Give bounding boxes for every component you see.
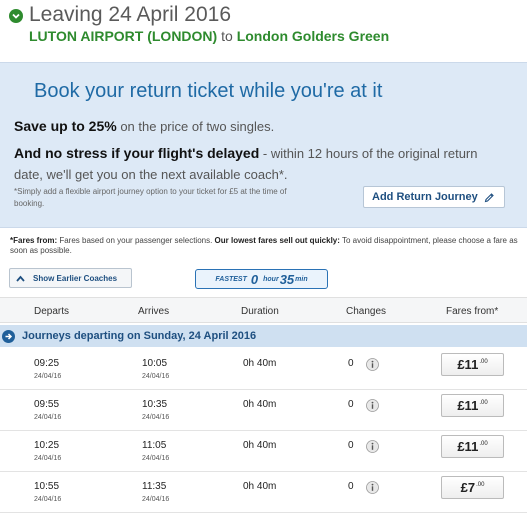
chevron-up-icon [16, 275, 25, 282]
fastest-hours: 0 [250, 271, 259, 287]
changes-count: 0 [348, 358, 354, 369]
promo-delay: And no stress if your flight's delayed -… [14, 143, 504, 185]
pencil-icon [484, 192, 494, 202]
fare-pence: .00 [476, 481, 485, 488]
fastest-minutes: 35 [279, 271, 295, 287]
duration: 0h 40m [243, 481, 277, 492]
info-icon[interactable] [366, 481, 379, 494]
add-return-journey-button[interactable]: Add Return Journey [363, 186, 505, 208]
col-duration[interactable]: Duration [241, 306, 279, 317]
arrive-date: 24/04/16 [142, 373, 170, 380]
depart-time: 09:55 [34, 399, 60, 410]
day-banner: Journeys departing on Sunday, 24 April 2… [0, 325, 527, 347]
fare-amount: £7 [460, 480, 476, 495]
fare-button[interactable]: £11.00 [441, 435, 504, 458]
info-icon[interactable] [366, 440, 379, 453]
changes-count: 0 [348, 440, 354, 451]
arrive-date: 24/04/16 [142, 455, 170, 462]
fare-pence: .00 [479, 440, 488, 447]
col-fares-from[interactable]: Fares from* [446, 306, 498, 317]
fare-button[interactable]: £11.00 [441, 394, 504, 417]
fare-amount: £11 [457, 439, 479, 454]
page-title: Leaving 24 April 2016 [29, 3, 231, 26]
col-arrives[interactable]: Arrives [138, 306, 169, 317]
fastest-min-label: min [295, 275, 308, 283]
arrive-time: 11:05 [142, 440, 167, 451]
promo-savings-text: on the price of two singles. [116, 119, 275, 134]
route-separator: to [221, 28, 233, 44]
promo-savings-bold: Save up to 25% [14, 118, 117, 134]
col-departs[interactable]: Departs [34, 306, 69, 317]
fare-amount: £11 [457, 357, 479, 372]
fares-note-bold-1: *Fares from: [10, 236, 58, 245]
changes-count: 0 [348, 399, 354, 410]
table-row[interactable]: 10:55 24/04/16 11:35 24/04/16 0h 40m 0 £… [0, 472, 527, 513]
add-return-journey-label: Add Return Journey [372, 191, 478, 203]
depart-time: 10:55 [34, 481, 60, 492]
depart-time: 10:25 [34, 440, 60, 451]
fare-pence: .00 [479, 358, 488, 365]
promo-footnote: *Simply add a flexible airport journey o… [14, 187, 287, 208]
info-icon[interactable] [366, 399, 379, 412]
return-ticket-promo: Book your return ticket while you're at … [0, 62, 527, 228]
fares-note-text-1: Fares based on your passenger selections… [57, 236, 215, 245]
depart-date: 24/04/16 [34, 496, 62, 503]
fastest-label: FASTEST [215, 275, 247, 283]
fare-button[interactable]: £11.00 [441, 353, 504, 376]
table-row[interactable]: 09:55 24/04/16 10:35 24/04/16 0h 40m 0 £… [0, 390, 527, 431]
fare-button[interactable]: £7.00 [441, 476, 504, 499]
table-row[interactable]: 10:25 24/04/16 11:05 24/04/16 0h 40m 0 £… [0, 431, 527, 472]
depart-time: 09:25 [34, 358, 60, 369]
destination-name: London Golders Green [236, 28, 390, 44]
origin-name: LUTON AIRPORT (LONDON) [29, 28, 218, 44]
arrive-time: 10:05 [142, 358, 168, 369]
changes-count: 0 [348, 481, 354, 492]
journey-header: Leaving 24 April 2016 LUTON AIRPORT (LON… [0, 0, 529, 60]
fastest-hour-label: hour [263, 275, 279, 283]
promo-headline: Book your return ticket while you're at … [34, 80, 383, 102]
arrive-date: 24/04/16 [142, 496, 170, 503]
info-icon[interactable] [366, 358, 379, 371]
depart-date: 24/04/16 [34, 414, 62, 421]
promo-delay-bold: And no stress if your flight's delayed [14, 145, 260, 161]
fare-pence: .00 [479, 399, 488, 406]
depart-date: 24/04/16 [34, 373, 62, 380]
fares-note-bold-2: Our lowest fares sell out quickly: [214, 236, 340, 245]
duration: 0h 40m [243, 440, 277, 451]
duration: 0h 40m [243, 358, 277, 369]
promo-savings: Save up to 25% on the price of two singl… [14, 118, 274, 134]
show-earlier-coaches-button[interactable]: Show Earlier Coaches [9, 268, 132, 288]
fares-note: *Fares from: Fares based on your passeng… [10, 236, 520, 256]
table-row[interactable]: 09:25 24/04/16 10:05 24/04/16 0h 40m 0 £… [0, 349, 527, 390]
route-line: LUTON AIRPORT (LONDON) to London Golders… [29, 28, 389, 44]
chevron-circle-icon[interactable] [9, 9, 23, 23]
fastest-journey-badge: FASTEST 0 hour 35 min [195, 269, 328, 289]
duration: 0h 40m [243, 399, 277, 410]
results-table-header: Departs Arrives Duration Changes Fares f… [0, 297, 527, 323]
arrive-time: 10:35 [142, 399, 168, 410]
col-changes[interactable]: Changes [346, 306, 386, 317]
fare-amount: £11 [457, 398, 479, 413]
day-banner-text: Journeys departing on Sunday, 24 April 2… [22, 330, 257, 342]
depart-date: 24/04/16 [34, 455, 62, 462]
show-earlier-coaches-label: Show Earlier Coaches [33, 273, 118, 283]
arrive-date: 24/04/16 [142, 414, 170, 421]
arrive-time: 11:35 [142, 481, 167, 492]
arrow-circle-right-icon [2, 329, 15, 343]
